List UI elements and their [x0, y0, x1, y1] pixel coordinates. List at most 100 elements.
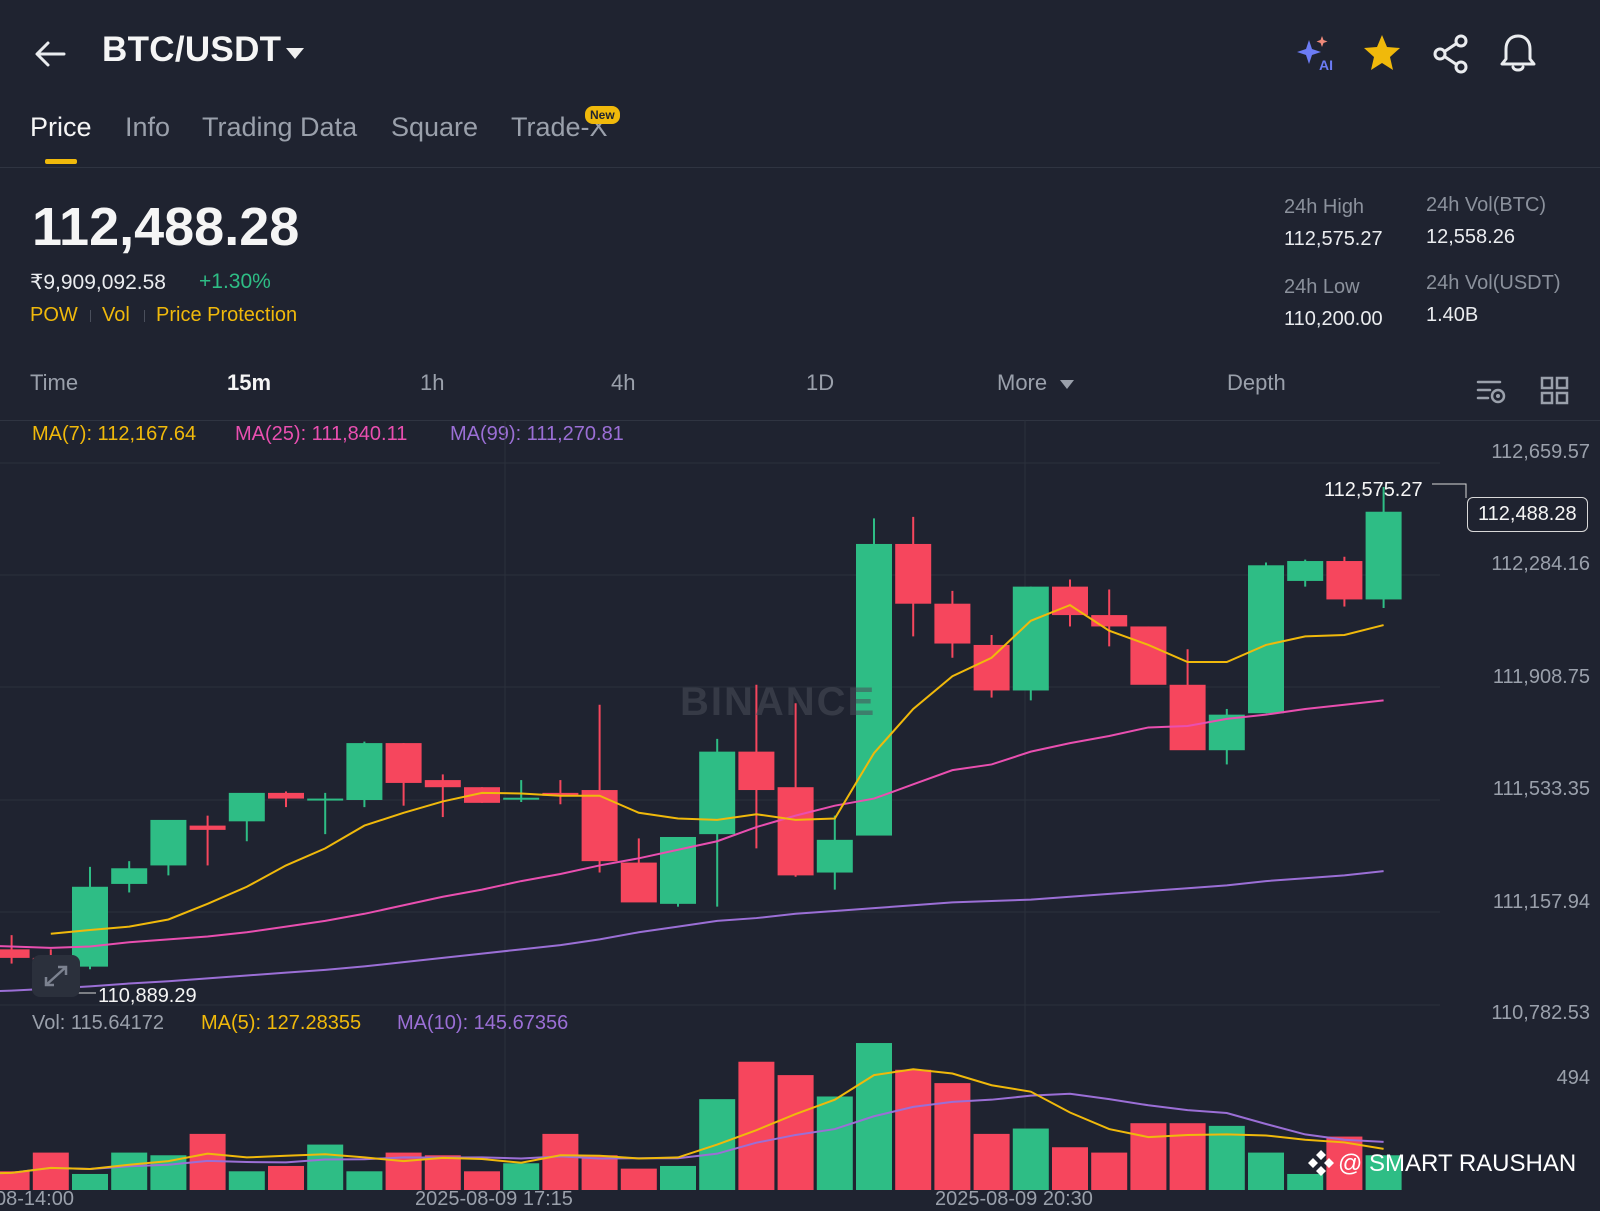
volume-bar	[307, 1144, 344, 1190]
volume-bar	[1052, 1147, 1088, 1190]
candle-body	[307, 798, 344, 801]
inr-price: ₹9,909,092.58	[30, 271, 166, 294]
candle-body	[228, 792, 265, 822]
volume-bar	[111, 1152, 148, 1190]
volume-bar	[424, 1155, 461, 1190]
candle-body	[0, 949, 30, 958]
candle-body	[1326, 561, 1363, 600]
volume-bar	[346, 1171, 383, 1190]
candle-body	[895, 543, 932, 604]
more-caret-icon[interactable]	[1060, 380, 1074, 389]
volume-bar	[72, 1173, 108, 1190]
ai-label: AI	[1319, 57, 1333, 73]
expand-chart-button[interactable]	[32, 955, 80, 997]
low-value: 110,200.00	[1284, 308, 1383, 330]
candle-body	[1091, 615, 1128, 627]
volume-bar	[268, 1165, 304, 1190]
tag-separator	[90, 310, 91, 322]
vol-usdt-label: 24h Vol(USDT)	[1426, 272, 1561, 294]
author-watermark: @ SMART RAUSHAN	[1338, 1150, 1577, 1177]
tag-price-protection[interactable]: Price Protection	[156, 304, 297, 327]
vol-ma5-legend: MA(5): 127.28355	[201, 1012, 362, 1034]
candlestick-chart[interactable]	[0, 420, 1600, 1200]
high-marker-line	[1432, 483, 1467, 498]
ai-sparkle-icon[interactable]: AI	[1295, 32, 1339, 76]
tab-info[interactable]: Info	[125, 112, 170, 143]
interval-depth[interactable]: Depth	[1227, 370, 1286, 396]
y-tick: 111,908.75	[1492, 666, 1590, 688]
candle-body	[620, 862, 657, 903]
binance-watermark: BINANCE	[680, 680, 877, 724]
high-value: 112,575.27	[1284, 228, 1383, 250]
candle-body	[1287, 561, 1324, 581]
vol-ma10-legend: MA(10): 145.67356	[397, 1012, 569, 1034]
interval-more[interactable]: More	[997, 370, 1047, 396]
candle-body	[777, 787, 814, 876]
volume-bar	[542, 1133, 579, 1190]
last-price: 112,488.28	[32, 197, 300, 257]
chevron-down-icon[interactable]	[286, 48, 304, 59]
tab-square[interactable]: Square	[391, 112, 478, 143]
low-label: 24h Low	[1284, 276, 1360, 298]
vol-btc-label: 24h Vol(BTC)	[1426, 194, 1547, 216]
tag-pow[interactable]: POW	[30, 304, 78, 327]
layout-grid-icon[interactable]	[1540, 376, 1570, 411]
tab-price[interactable]: Price	[30, 112, 92, 143]
y-tick: 112,284.16	[1491, 553, 1590, 575]
candle-body	[1248, 565, 1284, 714]
interval-15m[interactable]: 15m	[227, 370, 271, 396]
volume-bar	[934, 1083, 971, 1190]
y-tick: 112,659.57	[1491, 441, 1590, 463]
candle-body	[816, 839, 853, 873]
last-price-marker: 112,488.28	[1467, 497, 1588, 532]
active-tab-indicator	[45, 159, 77, 164]
volume-bar	[1248, 1152, 1284, 1190]
candle-body	[1012, 586, 1049, 691]
star-icon[interactable]	[1362, 32, 1406, 76]
volume-bar	[816, 1096, 853, 1190]
volume-bar	[228, 1171, 265, 1190]
volume-bar	[620, 1168, 657, 1190]
tag-vol[interactable]: Vol	[102, 304, 130, 327]
candle-body	[1208, 714, 1245, 751]
header: BTC/USDT AI	[0, 0, 1600, 110]
candle-body	[699, 751, 736, 835]
interval-4h[interactable]: 4h	[611, 370, 635, 396]
tag-separator	[144, 310, 145, 322]
candle-body	[503, 797, 540, 800]
candle-body	[111, 868, 148, 884]
share-icon[interactable]	[1430, 32, 1474, 76]
pair-title[interactable]: BTC/USDT	[102, 30, 281, 70]
candle-body	[1130, 626, 1167, 685]
candle-body	[385, 743, 422, 783]
vol-usdt-value: 1.40B	[1426, 304, 1479, 326]
new-badge: New	[585, 106, 620, 124]
candle-body	[1169, 684, 1206, 751]
price-change: +1.30%	[199, 270, 271, 293]
volume-bar	[1130, 1123, 1167, 1190]
tab-divider	[0, 167, 1600, 168]
candle-body	[1365, 511, 1402, 600]
candle-body	[189, 825, 226, 830]
interval-1d[interactable]: 1D	[806, 370, 834, 396]
chart-settings-icon[interactable]	[1476, 376, 1506, 411]
volume-bar	[1012, 1128, 1049, 1190]
volume-bar	[581, 1155, 618, 1190]
candle-body	[150, 819, 187, 866]
vol-legend: Vol: 115.64172	[32, 1012, 164, 1034]
candle-body	[346, 743, 383, 800]
candle-body	[973, 644, 1010, 691]
back-arrow-icon[interactable]	[30, 34, 70, 74]
binance-logo-icon	[1307, 1148, 1335, 1181]
interval-1h[interactable]: 1h	[420, 370, 444, 396]
volume-bar	[1091, 1152, 1128, 1190]
low-marker: 110,889.29	[98, 985, 197, 1007]
tab-trading-data[interactable]: Trading Data	[202, 112, 357, 143]
candle-body	[424, 780, 461, 788]
volume-bar	[503, 1163, 540, 1190]
y-tick: 111,157.94	[1492, 891, 1590, 913]
volume-bar	[1169, 1123, 1206, 1190]
interval-time[interactable]: Time	[30, 370, 78, 396]
bell-icon[interactable]	[1498, 32, 1542, 76]
y-tick: 110,782.53	[1491, 1002, 1590, 1024]
